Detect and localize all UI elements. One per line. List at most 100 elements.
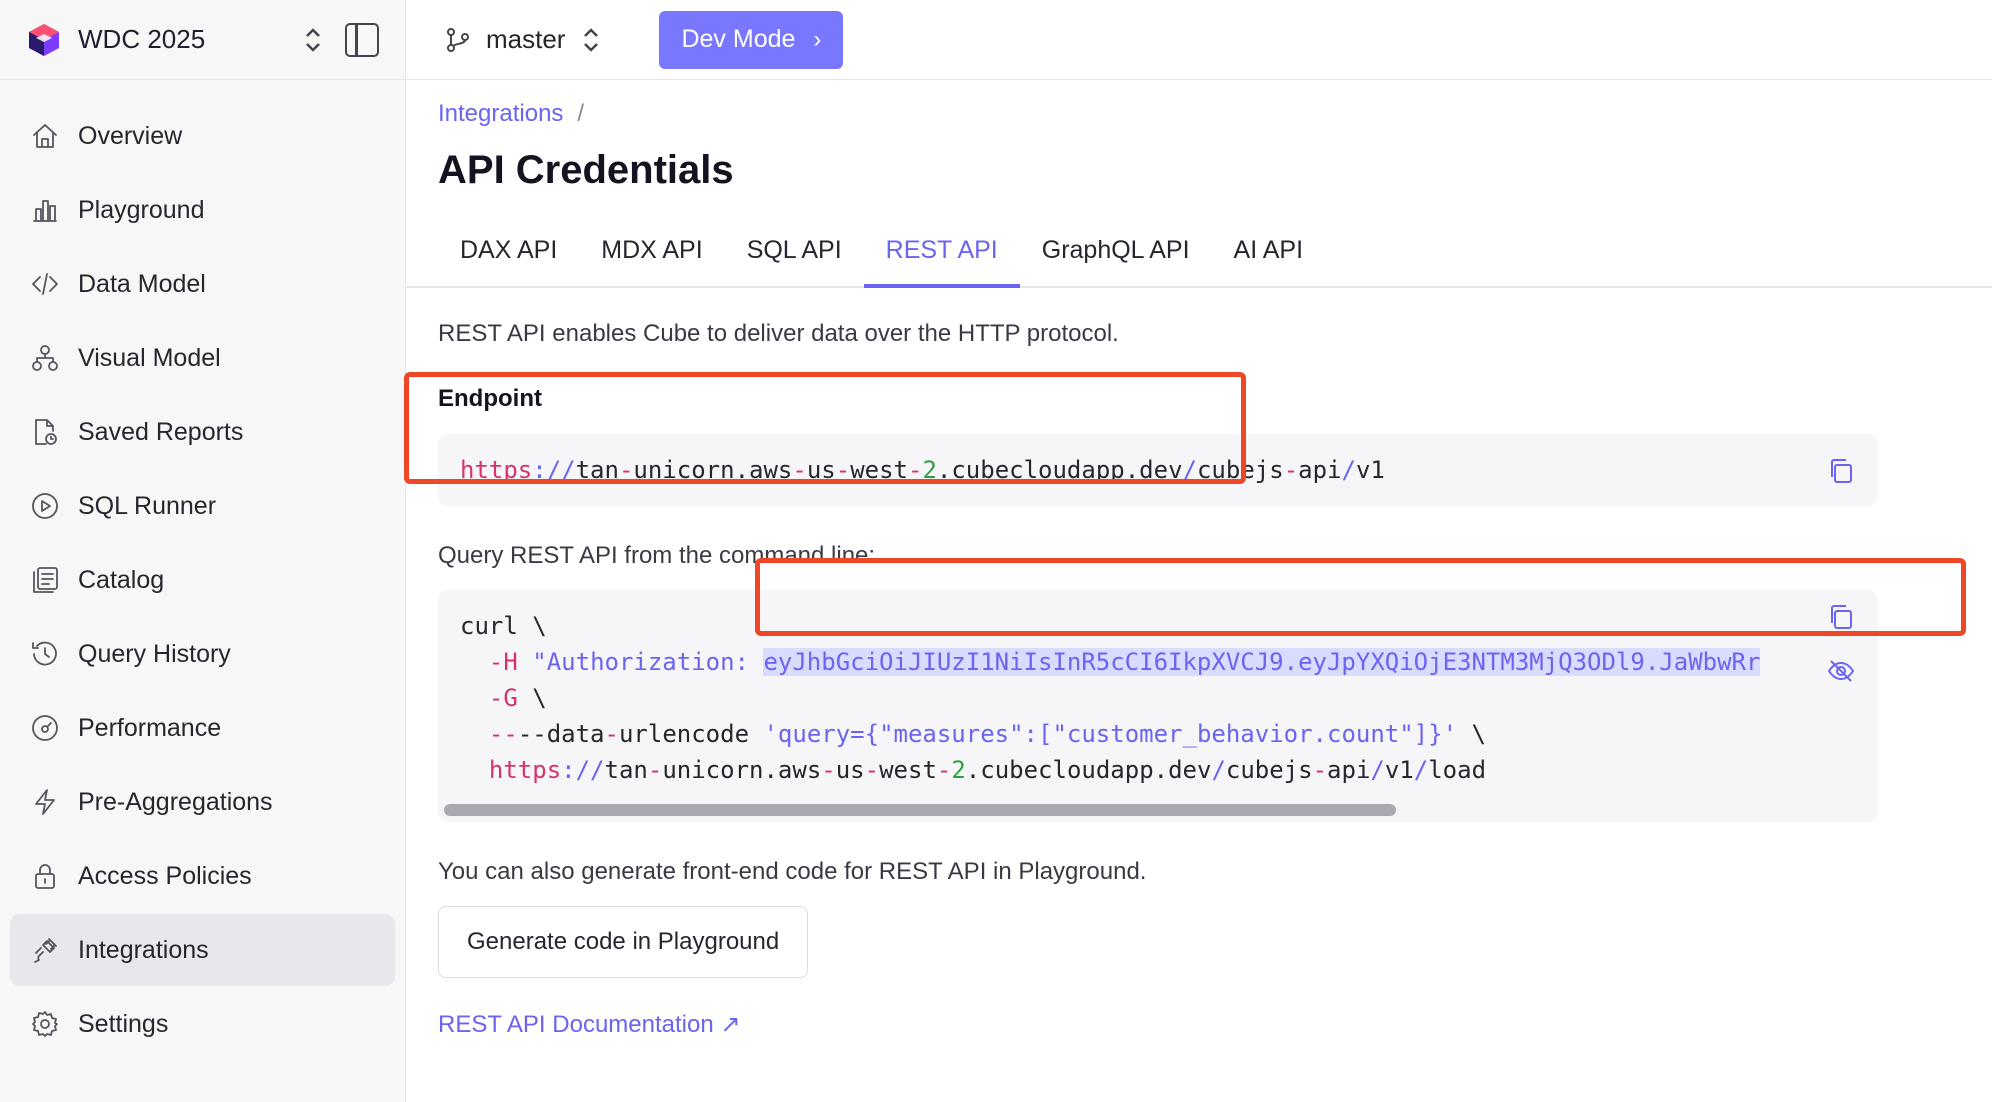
sidebar-item-saved-reports[interactable]: Saved Reports (10, 396, 395, 468)
url-number: 2 (922, 456, 937, 484)
rest-api-description: REST API enables Cube to deliver data ov… (438, 320, 1119, 347)
curl-line-2: -H "Authorization: eyJhbGciOiJIUzI1NiIsI… (460, 644, 1856, 680)
history-icon (28, 637, 62, 671)
url-part: .cubecloudapp.dev (936, 456, 1183, 484)
url-part: cubejs (1225, 756, 1313, 784)
sidebar-item-visual-model[interactable]: Visual Model (10, 322, 395, 394)
tab-sql-api[interactable]: SQL API (725, 228, 864, 286)
url-dash: - (1312, 756, 1328, 784)
tab-dax-api[interactable]: DAX API (438, 228, 579, 286)
catalog-icon (28, 563, 62, 597)
workspace-name[interactable]: WDC 2025 (78, 24, 299, 55)
sidebar-item-catalog[interactable]: Catalog (10, 544, 395, 616)
scrollbar-thumb[interactable] (444, 804, 1396, 816)
sidebar-item-label: Data Model (78, 269, 206, 298)
url-slash: / (1182, 456, 1197, 484)
curl-line-5: https://tan-unicorn.aws-us-west-2.cubecl… (460, 752, 1856, 788)
url-part: v1 (1384, 756, 1414, 784)
tab-rest-api[interactable]: REST API (863, 228, 1020, 288)
branch-name: master (486, 24, 566, 54)
curl-line-3: -G \ (460, 680, 1856, 716)
url-dash: - (618, 456, 634, 484)
sidebar-toggle-icon[interactable] (345, 22, 379, 57)
tab-graphql-api[interactable]: GraphQL API (1020, 228, 1212, 286)
curl-continuation: \ (517, 684, 547, 712)
plug-icon (28, 933, 62, 967)
sidebar-item-sql-runner[interactable]: SQL Runner (10, 470, 395, 542)
dev-mode-label: Dev Mode (681, 25, 796, 53)
sidebar-item-performance[interactable]: Performance (10, 692, 395, 764)
topbar: master Dev Mode › (406, 0, 1992, 80)
curl-auth-prefix: "Authorization: (532, 648, 764, 676)
page-title: API Credentials (438, 148, 734, 192)
url-part: load (1428, 756, 1487, 784)
main-content: Integrations / API Credentials DAX API MD… (404, 80, 1992, 1102)
lock-icon (28, 859, 62, 893)
url-slash: / (1370, 756, 1385, 784)
chevron-right-icon: › (813, 25, 822, 53)
gear-icon (28, 1007, 62, 1041)
api-tabs: DAX API MDX API SQL API REST API GraphQL… (406, 228, 1992, 288)
sidebar-item-pre-aggregations[interactable]: Pre-Aggregations (10, 766, 395, 838)
cube-logo-icon (29, 23, 59, 56)
url-scheme: https (488, 756, 562, 784)
branch-selector[interactable]: master (444, 24, 619, 55)
sidebar-item-label: Visual Model (78, 343, 221, 372)
sidebar-item-playground[interactable]: Playground (10, 174, 395, 246)
bar-chart-icon (28, 193, 62, 227)
url-part: v1 (1355, 456, 1385, 484)
sidebar-item-label: Pre-Aggregations (78, 787, 273, 816)
api-token[interactable]: eyJhbGciOiJIUzI1NiIsInR5cCI6IkpXVCJ9.eyJ… (763, 648, 1761, 676)
workspace-switch-icon[interactable] (299, 20, 327, 60)
dev-mode-button[interactable]: Dev Mode › (659, 10, 844, 69)
url-part: cubejs (1196, 456, 1284, 484)
eye-off-icon[interactable] (1826, 656, 1856, 686)
tab-mdx-api[interactable]: MDX API (579, 228, 724, 286)
generate-code-button[interactable]: Generate code in Playground (438, 906, 809, 978)
sidebar-item-data-model[interactable]: Data Model (10, 248, 395, 320)
copy-icon[interactable] (1826, 602, 1856, 632)
lightning-icon (28, 785, 62, 819)
sidebar-item-label: Saved Reports (78, 417, 244, 446)
rest-api-documentation-link[interactable]: REST API Documentation ↗ (438, 1010, 740, 1039)
sidebar-item-access-policies[interactable]: Access Policies (10, 840, 395, 912)
sidebar-item-overview[interactable]: Overview (10, 100, 395, 172)
copy-icon[interactable] (1826, 456, 1856, 486)
curl-dash: - (604, 720, 619, 748)
url-part: unicorn.aws (633, 456, 793, 484)
tab-ai-api[interactable]: AI API (1212, 228, 1325, 286)
url-slash: / (1211, 756, 1226, 784)
sidebar-item-label: Catalog (78, 565, 165, 594)
sidebar-nav: Overview Playground Data Model Visual Mo… (0, 80, 405, 1060)
workspace-header: WDC 2025 (0, 0, 405, 80)
endpoint-code-box[interactable]: https://tan-unicorn.aws-us-west-2.cubecl… (438, 434, 1878, 506)
sidebar-item-integrations[interactable]: Integrations (10, 914, 395, 986)
endpoint-label: Endpoint (438, 385, 542, 412)
sidebar-item-label: Playground (78, 195, 205, 224)
sidebar-item-label: Settings (78, 1009, 169, 1038)
breadcrumb: Integrations / (438, 100, 584, 128)
url-part: unicorn.aws (662, 756, 822, 784)
sidebar-item-label: Integrations (78, 935, 209, 964)
play-circle-icon (28, 489, 62, 523)
sidebar-item-settings[interactable]: Settings (10, 988, 395, 1060)
url-part: api (1327, 756, 1371, 784)
url-slash: / (1341, 456, 1356, 484)
url-part: tan (604, 756, 648, 784)
url-dash: - (864, 756, 880, 784)
curl-continuation: \ (1457, 720, 1486, 748)
code-icon (28, 267, 62, 301)
curl-code-box[interactable]: curl \ -H "Authorization: eyJhbGciOiJIUz… (438, 590, 1878, 822)
breadcrumb-integrations-link[interactable]: Integrations (438, 100, 563, 127)
curl-line-4: ----data-urlencode 'query={"measures":["… (460, 716, 1856, 752)
sidebar-item-query-history[interactable]: Query History (10, 618, 395, 690)
horizontal-scrollbar[interactable] (444, 804, 1872, 816)
sidebar-item-label: Access Policies (78, 861, 252, 890)
breadcrumb-separator: / (577, 100, 585, 127)
url-dash: - (821, 756, 836, 784)
url-slash: / (1413, 756, 1429, 784)
url-dash: - (647, 756, 663, 784)
url-dash: - (835, 456, 851, 484)
chevron-up-down-icon (584, 27, 599, 52)
url-dash: - (907, 456, 923, 484)
